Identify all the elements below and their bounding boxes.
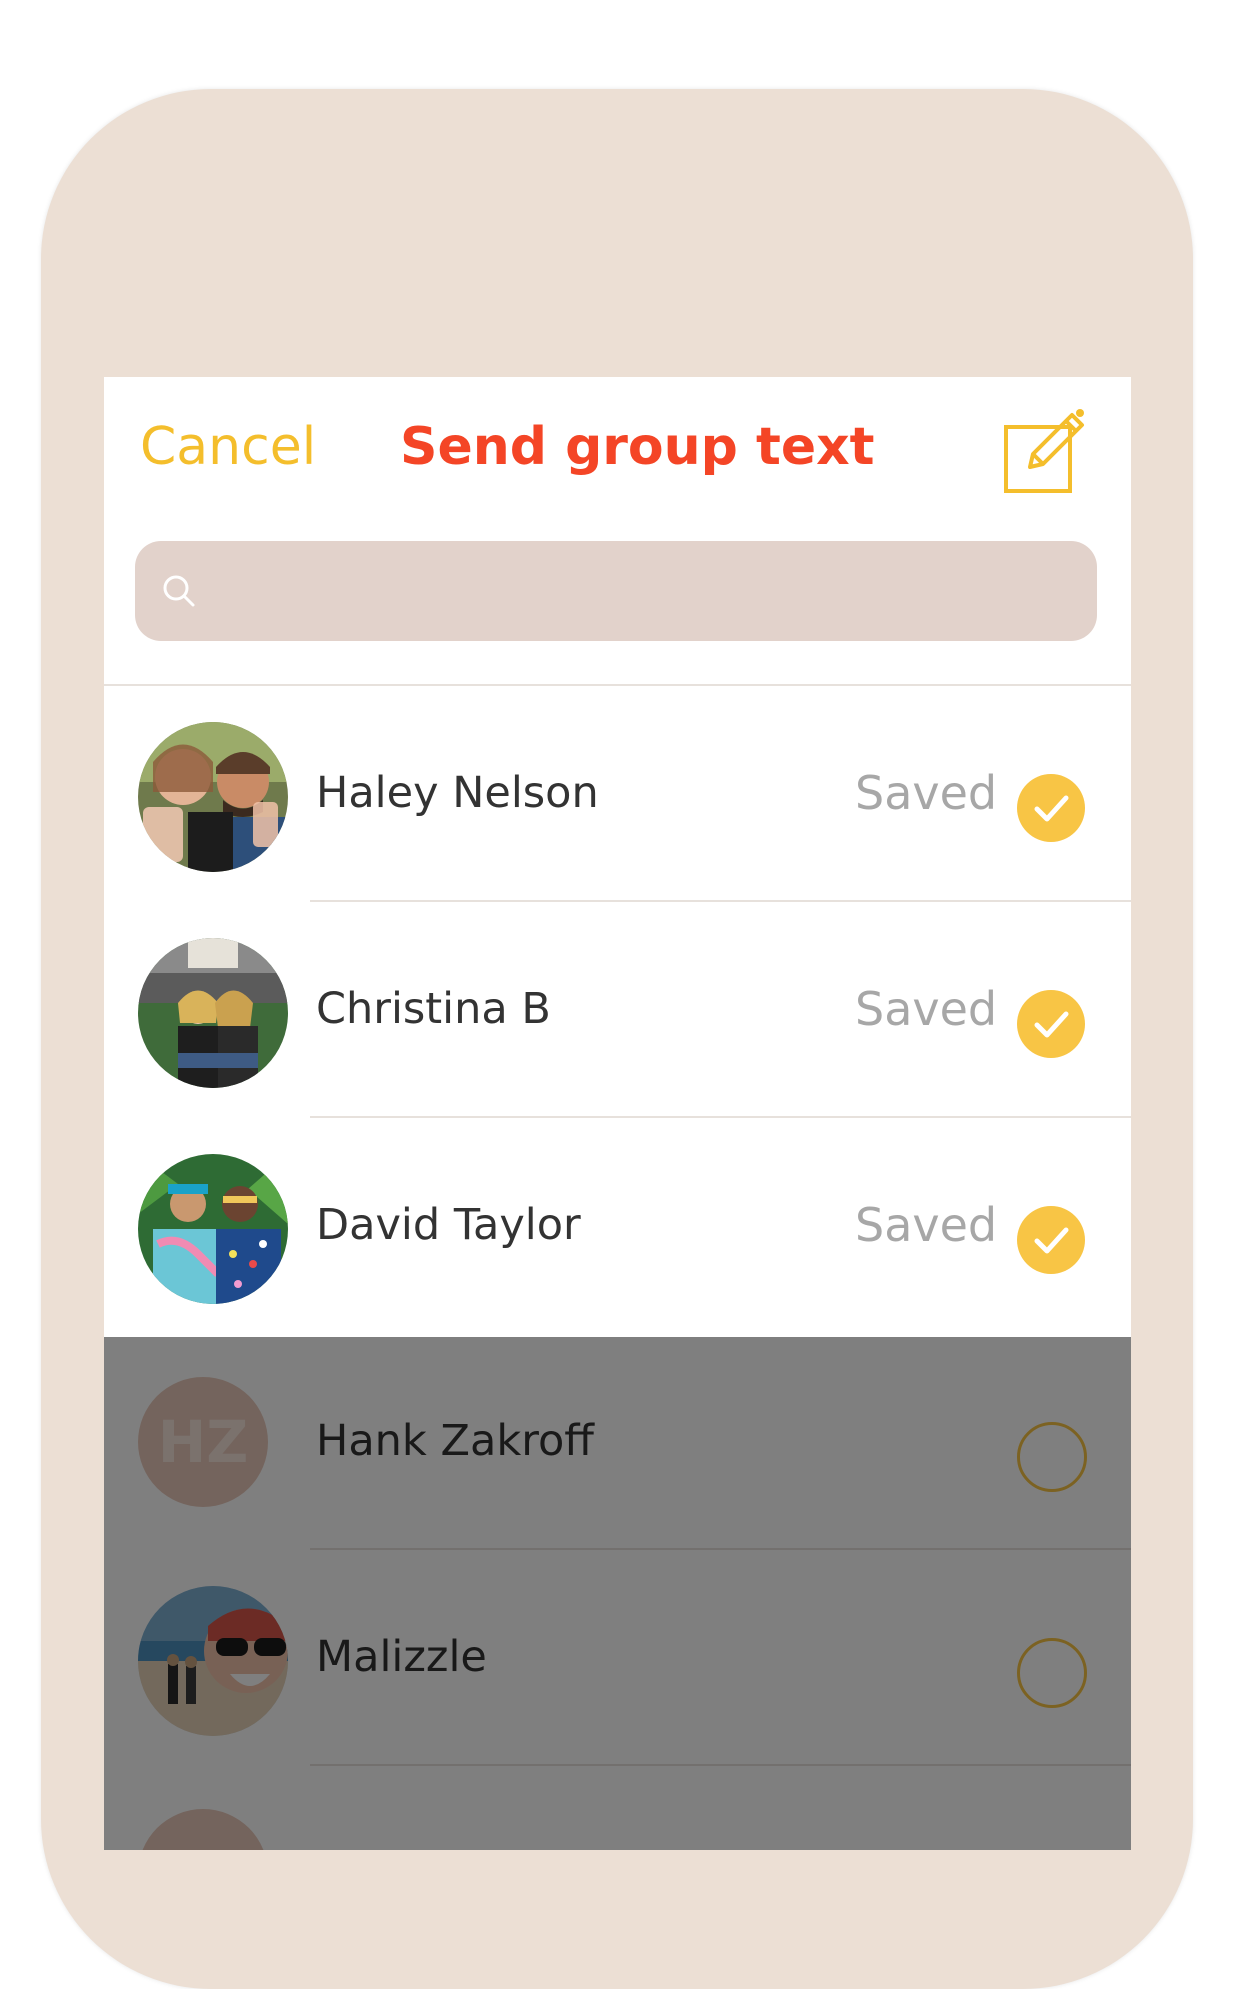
group-text-screen: Cancel Send group text Haley Nelson Save… — [104, 377, 1131, 1850]
avatar — [138, 1809, 268, 1850]
contact-name: Haley Nelson — [316, 768, 599, 818]
contact-name: Christina B — [316, 984, 551, 1034]
compose-icon[interactable] — [1000, 407, 1090, 497]
list-item[interactable]: David Taylor Saved — [104, 1118, 1131, 1334]
saved-label: Saved — [855, 1198, 998, 1252]
page-title: Send group text — [400, 417, 875, 477]
search-bar[interactable] — [135, 541, 1097, 643]
contact-name: Hank Zakroff — [316, 1416, 594, 1466]
search-input[interactable] — [215, 541, 1079, 643]
checkmark-icon[interactable] — [1017, 774, 1085, 842]
list-item[interactable]: Christina B Saved — [104, 902, 1131, 1118]
unchecked-circle-icon[interactable] — [1017, 1638, 1087, 1708]
avatar — [138, 722, 288, 872]
header: Cancel Send group text — [104, 377, 1131, 686]
contact-name: Malizzle — [316, 1632, 487, 1682]
avatar — [138, 1154, 288, 1304]
contact-name: David Taylor — [316, 1200, 581, 1250]
saved-label: Saved — [855, 982, 998, 1036]
checkmark-icon[interactable] — [1017, 1206, 1085, 1274]
list-item[interactable]: Haley Nelson Saved — [104, 686, 1131, 902]
avatar — [138, 1586, 288, 1736]
saved-label: Saved — [855, 766, 998, 820]
unchecked-circle-icon[interactable] — [1017, 1422, 1087, 1492]
list-item[interactable]: HZ Hank Zakroff — [104, 1334, 1131, 1550]
avatar — [138, 938, 288, 1088]
list-item[interactable] — [104, 1766, 1131, 1850]
list-item[interactable]: Malizzle — [104, 1550, 1131, 1766]
avatar: HZ — [138, 1377, 268, 1507]
checkmark-icon[interactable] — [1017, 990, 1085, 1058]
search-icon — [161, 573, 197, 609]
cancel-button[interactable]: Cancel — [140, 417, 316, 477]
